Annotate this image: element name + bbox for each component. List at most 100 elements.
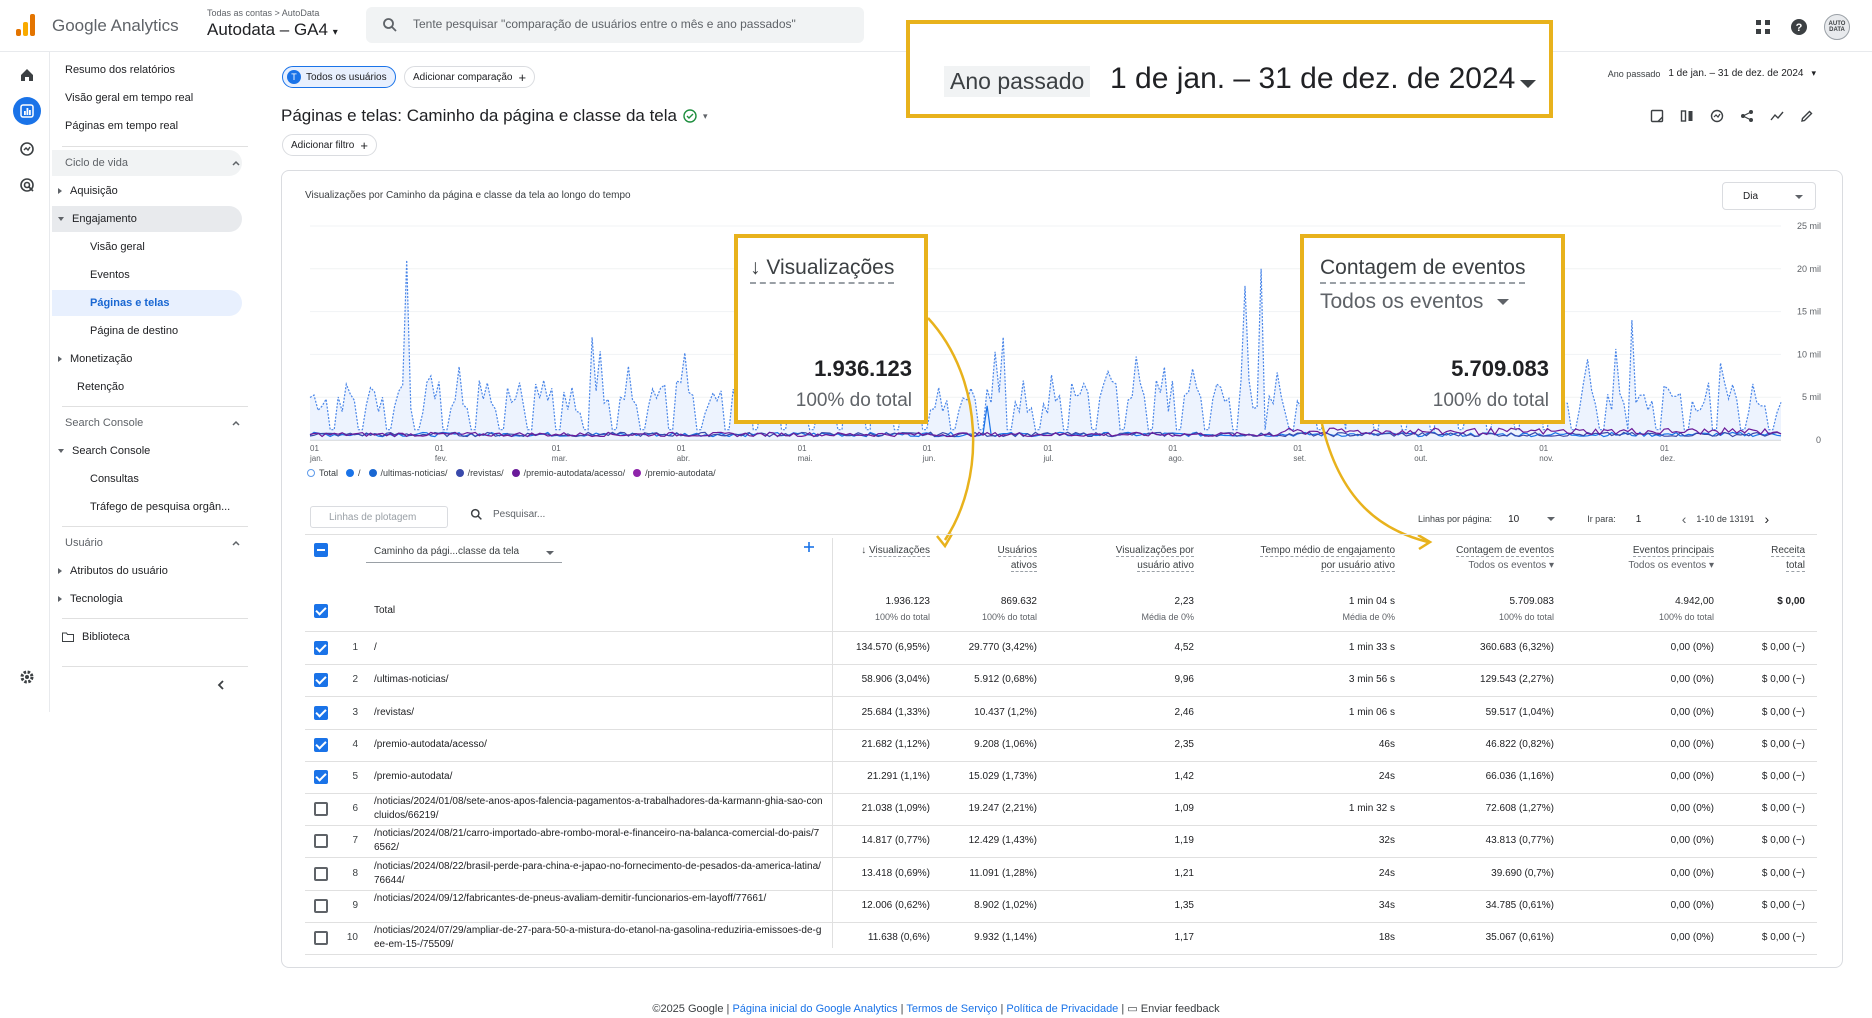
column-header[interactable]: Receita total: [1771, 543, 1805, 573]
plot-rows-button[interactable]: Linhas de plotagem: [310, 506, 448, 528]
row-value: 1,42: [1174, 770, 1194, 782]
row-value: 14.817 (0,77%): [861, 835, 930, 847]
row-page-path[interactable]: /premio-autodata/acesso/: [374, 738, 824, 752]
row-value: 3 min 56 s: [1348, 674, 1395, 686]
row-value: $ 0,00 (−): [1761, 931, 1805, 943]
events-callout-sub: 100% do total: [1432, 390, 1549, 411]
add-dimension-plus-icon[interactable]: [802, 540, 816, 554]
row-value: $ 0,00 (−): [1761, 706, 1805, 718]
table-search[interactable]: Pesquisar...: [470, 508, 545, 521]
chevron-left-icon[interactable]: ‹: [1682, 511, 1687, 527]
row-page-path[interactable]: /noticias/2024/09/12/fabricantes-de-pneu…: [374, 892, 824, 906]
column-header-label: Tempo médio de engajamento: [1260, 545, 1395, 557]
row-value: 12.429 (1,43%): [968, 835, 1037, 847]
total-value: 5.709.083: [1509, 596, 1555, 607]
row-checkbox[interactable]: [314, 641, 328, 656]
row-value: 34s: [1378, 899, 1395, 911]
footer-separator: |: [1121, 1003, 1125, 1015]
row-checkbox[interactable]: [314, 802, 328, 817]
row-rank: 6: [352, 803, 358, 815]
total-checkbox[interactable]: [314, 604, 328, 618]
row-rank: 9: [352, 899, 358, 911]
row-rank: 8: [352, 867, 358, 879]
row-page-path[interactable]: /noticias/2024/08/22/brasil-perde-para-c…: [374, 860, 824, 888]
row-checkbox[interactable]: [314, 769, 328, 784]
column-header[interactable]: Visualizações por usuário ativo: [1115, 543, 1194, 573]
row-value: 72.608 (1,27%): [1485, 803, 1554, 815]
footer-privacy-link[interactable]: Política de Privacidade: [1006, 1003, 1118, 1015]
footer-home-link[interactable]: Página inicial do Google Analytics: [732, 1003, 897, 1015]
caret-down-icon: ▾: [1706, 560, 1714, 571]
row-checkbox[interactable]: [314, 834, 328, 849]
row-page-path[interactable]: /noticias/2024/01/08/sete-anos-apos-fale…: [374, 795, 824, 823]
footer-separator: |: [900, 1003, 904, 1015]
row-checkbox[interactable]: [314, 705, 328, 720]
row-value: 2,35: [1174, 738, 1194, 750]
row-page-path[interactable]: /: [374, 641, 824, 655]
views-callout-title: Visualizações: [766, 256, 895, 279]
total-subvalue: Média de 0%: [1342, 612, 1395, 622]
goto-input[interactable]: 1: [1636, 514, 1672, 525]
row-page-path[interactable]: /noticias/2024/07/29/ampliar-de-27-para-…: [374, 924, 824, 952]
feedback-button[interactable]: ▭ Enviar feedback: [1127, 1003, 1219, 1015]
rows-per-page-select[interactable]: 10: [1508, 513, 1556, 525]
row-value: 0,00 (0%): [1670, 835, 1714, 847]
events-callout-filter[interactable]: Todos os eventos: [1320, 290, 1510, 314]
events-callout-title[interactable]: Contagem de eventos: [1320, 256, 1526, 284]
row-value: $ 0,00 (−): [1761, 803, 1805, 815]
row-page-path[interactable]: /noticias/2024/08/21/carro-importado-abr…: [374, 827, 824, 855]
goto-label: Ir para:: [1587, 514, 1616, 524]
row-rank: 3: [352, 706, 358, 718]
chevron-right-icon[interactable]: ›: [1764, 511, 1769, 527]
row-value: 66.036 (1,16%): [1485, 770, 1554, 782]
footer-separator: |: [726, 1003, 730, 1015]
row-checkbox[interactable]: [314, 737, 328, 752]
row-value: 12.006 (0,62%): [861, 899, 930, 911]
total-subvalue: 100% do total: [981, 612, 1037, 622]
caret-down-icon: [546, 551, 554, 555]
row-value: $ 0,00 (−): [1761, 738, 1805, 750]
dimension-select[interactable]: Caminho da pági...classe da tela: [366, 543, 562, 563]
footer-terms-link[interactable]: Termos de Serviço: [906, 1003, 997, 1015]
row-value: 4,52: [1174, 642, 1194, 654]
row-checkbox[interactable]: [314, 930, 328, 945]
column-header-sublabel: total: [1786, 560, 1805, 572]
column-header[interactable]: Tempo médio de engajamento por usuário at…: [1260, 543, 1395, 573]
total-subvalue: 100% do total: [1498, 612, 1554, 622]
row-value: 18s: [1378, 931, 1395, 943]
total-value: 4.942,00: [1675, 596, 1714, 607]
feedback-icon: ▭: [1127, 1003, 1138, 1015]
row-value: 1,19: [1174, 835, 1194, 847]
row-value: 11.091 (1,28%): [969, 867, 1037, 879]
row-value: $ 0,00 (−): [1761, 770, 1805, 782]
column-header-sublabel: usuário ativo: [1137, 560, 1194, 572]
column-header[interactable]: Contagem de eventos Todos os eventos ▾: [1456, 543, 1554, 573]
row-page-path[interactable]: /revistas/: [374, 706, 824, 720]
column-header[interactable]: Eventos principais Todos os eventos ▾: [1628, 543, 1714, 573]
row-page-path[interactable]: /ultimas-noticias/: [374, 673, 824, 687]
row-checkbox[interactable]: [314, 673, 328, 688]
caret-down-icon: ▾: [1546, 560, 1554, 571]
select-all-checkbox[interactable]: [314, 543, 328, 557]
row-value: 5.912 (0,68%): [974, 674, 1037, 686]
column-header-label: Usuários: [997, 545, 1037, 557]
sort-arrow-down-icon: ↓: [861, 545, 870, 556]
row-value: 24s: [1378, 867, 1395, 879]
row-checkbox[interactable]: [314, 898, 328, 913]
table-divider: [305, 534, 1817, 535]
row-value: $ 0,00 (−): [1761, 867, 1805, 879]
rows-per-page-value: 10: [1508, 513, 1520, 525]
row-value: 8.902 (1,02%): [974, 899, 1037, 911]
row-value: 0,00 (0%): [1670, 706, 1714, 718]
row-value: 29.770 (3,42%): [968, 642, 1037, 654]
row-page-path[interactable]: /premio-autodata/: [374, 770, 824, 784]
row-value: 43.813 (0,77%): [1485, 835, 1554, 847]
row-value: 1,09: [1174, 803, 1194, 815]
column-header[interactable]: ↓ Visualizações: [861, 543, 930, 558]
views-callout-sub: 100% do total: [795, 390, 912, 411]
page-range: 1-10 de 13191: [1696, 514, 1755, 524]
column-header[interactable]: Usuários ativos: [997, 543, 1037, 573]
row-checkbox[interactable]: [314, 866, 328, 881]
row-value: 9.208 (1,06%): [974, 738, 1037, 750]
views-callout-header[interactable]: ↓ Visualizações: [750, 256, 895, 284]
